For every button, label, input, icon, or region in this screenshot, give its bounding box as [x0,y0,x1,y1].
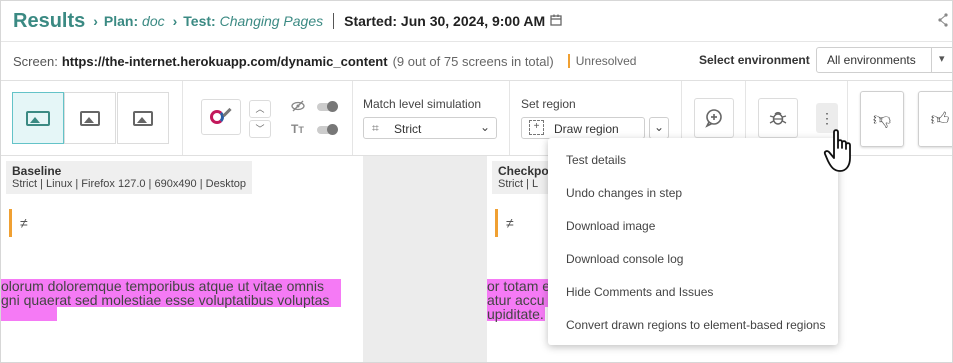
menu-item-hide-comments[interactable]: Hide Comments and Issues [566,285,713,299]
share-icon[interactable] [938,13,948,30]
side-by-side-icon [26,110,50,126]
image-icon [133,110,153,126]
match-level-select[interactable]: ⌗ Strict ⌄ [363,117,497,139]
diff-highlight [1,307,57,321]
chevron-down-icon: ⌄ [480,120,491,134]
more-options-menu: Test details Undo changes in step Downlo… [548,138,838,345]
baseline-meta: Strict | Linux | Firefox 127.0 | 690x490… [12,178,246,190]
set-region-label: Set region [521,97,576,111]
previous-step-button[interactable]: ︿ [249,100,271,118]
text-icon: TT [291,122,304,136]
divider [352,81,353,155]
checkpoint-title: Checkpoi [498,164,553,178]
divider [509,81,510,155]
kebab-menu-icon: ⋮ [820,110,834,126]
checkpoint-view-button[interactable] [117,92,169,144]
thumbs-up-icon: 👍︎ [930,109,950,129]
results-link[interactable]: Results [13,10,85,33]
menu-item-convert-regions[interactable]: Convert drawn regions to element-based r… [566,318,825,332]
chevron-down-icon: ⌄ [654,120,665,134]
accept-button[interactable]: 👍︎ [918,91,952,147]
scan-icon: ⌗ [372,121,379,135]
region-type-dropdown[interactable]: ⌄ [649,117,669,139]
screen-url: https://the-internet.herokuapp.com/dynam… [61,53,388,69]
image-icon [80,110,100,126]
bug-icon [769,111,787,125]
side-by-side-view-button[interactable] [12,92,64,144]
baseline-panel[interactable]: Baseline Strict | Linux | Firefox 127.0 … [1,156,363,362]
baseline-text-line: gni quaerat sed molestiae esse voluptati… [1,292,330,308]
region-icon: + [529,120,544,135]
match-level-value: Strict [394,122,422,136]
status-badge: Unresolved [567,54,636,68]
screen-label: Screen: [13,53,58,69]
eye-off-icon [291,100,305,115]
test-breadcrumb[interactable]: Test: Changing Pages [183,13,323,29]
chevron-right-icon: › [93,13,98,29]
annotate-icon [210,110,224,124]
reject-button[interactable]: 👎︎ [860,91,904,147]
not-equal-button[interactable]: ≠ [495,209,527,237]
divider [182,81,183,155]
menu-item-download-image[interactable]: Download image [566,219,655,233]
divider [333,13,335,29]
not-equal-icon: ≠ [506,215,514,231]
environment-value: All environments [827,53,916,67]
environment-label: Select environment [699,53,810,67]
calendar-icon[interactable] [550,14,562,29]
divider [931,48,932,72]
not-equal-button[interactable]: ≠ [9,209,41,237]
checkpoint-text-line: upiditate. [487,306,544,322]
not-equal-icon: ≠ [20,215,28,231]
hand-cursor-icon [823,129,851,172]
chevron-down-icon: ▾ [939,53,945,65]
report-bug-button[interactable] [758,98,798,138]
baseline-view-button[interactable] [64,92,116,144]
add-comment-button[interactable] [694,98,734,138]
next-step-button[interactable]: ﹀ [249,120,271,138]
draw-region-button[interactable]: + Draw region [521,117,645,139]
thumbs-down-icon: 👎︎ [872,109,892,129]
screen-info-bar: Screen: https://the-internet.herokuapp.c… [1,42,952,81]
show-hidden-toggle[interactable] [317,101,338,112]
plan-breadcrumb[interactable]: Plan: doc [104,13,165,29]
app-window: Results › Plan: doc › Test: Changing Pag… [0,0,953,363]
menu-item-test-details[interactable]: Test details [566,153,626,167]
text-toggle[interactable] [317,124,338,135]
match-level-label: Match level simulation [363,97,482,111]
pencil-icon [222,107,232,117]
menu-item-download-console-log[interactable]: Download console log [566,252,683,266]
started-timestamp: Started: Jun 30, 2024, 9:00 AM [344,13,546,29]
comment-plus-icon [705,109,722,128]
baseline-title: Baseline [12,164,62,178]
breadcrumb-bar: Results › Plan: doc › Test: Changing Pag… [1,1,952,42]
draw-region-value: Draw region [554,122,619,136]
chevron-right-icon: › [172,13,178,29]
checkpoint-meta: Strict | L [498,178,539,190]
screen-count: (9 out of 75 screens in total) [392,53,554,69]
baseline-header: Baseline Strict | Linux | Firefox 127.0 … [6,161,252,194]
annotate-button[interactable] [201,99,241,135]
menu-item-undo-changes[interactable]: Undo changes in step [566,186,682,200]
environment-select[interactable]: All environments ▾ [816,47,952,73]
